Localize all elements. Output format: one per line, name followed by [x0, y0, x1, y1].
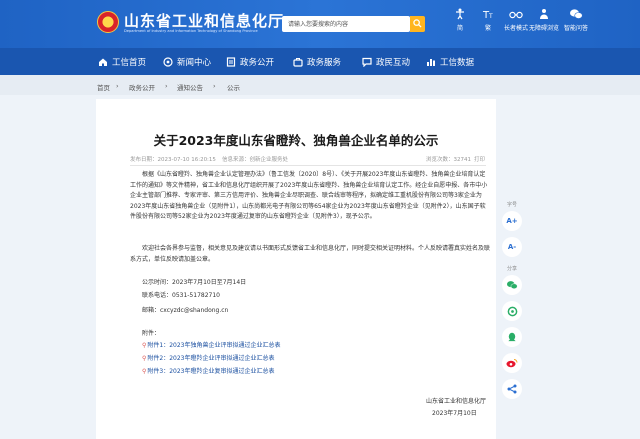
breadcrumb: 首页 › 政务公开 › 通知公告 › 公示 — [0, 75, 640, 95]
breadcrumb-publicity[interactable]: 公示 — [227, 82, 240, 92]
font-increase-icon: A+ — [506, 217, 518, 225]
tool-label: 智能问答 — [563, 25, 588, 32]
breadcrumb-separator: › — [165, 82, 168, 90]
qq-icon — [508, 332, 516, 341]
divider — [130, 165, 486, 166]
search-input[interactable]: 请输入您要搜索的内容 — [282, 16, 410, 32]
moments-icon — [507, 306, 517, 316]
nav-item-label: 政务公开 — [240, 57, 275, 68]
breadcrumb-home[interactable]: 首页 — [97, 82, 110, 92]
publicity-period: 公示时间：2023年7月10日至7月14日 — [142, 279, 247, 286]
search-icon — [413, 19, 422, 28]
tool-smart-qa[interactable]: 智能问答 — [556, 8, 596, 32]
publish-date: 发布日期：2023-07-10 16:20:15 — [130, 157, 216, 163]
nav-item-label: 政务服务 — [307, 57, 342, 68]
nav-item-data[interactable]: 工信数据 — [426, 48, 474, 75]
national-emblem-icon — [97, 11, 119, 33]
breadcrumb-gov-open[interactable]: 政务公开 — [129, 82, 155, 92]
weibo-icon — [506, 359, 518, 368]
share-label: 分享 — [506, 266, 517, 272]
font-size-icon: TT — [482, 10, 493, 20]
nav-item-label: 新闻中心 — [177, 57, 212, 68]
nav-item-gov-open[interactable]: 政务公开 — [226, 48, 274, 75]
main-nav: 工信首页 新闻中心 政务公开 政务服务 政民互动 工信数据 — [0, 48, 640, 75]
nav-item-label: 工信首页 — [112, 57, 147, 68]
font-decrease-button[interactable]: A- — [502, 237, 522, 257]
font-increase-button[interactable]: A+ — [502, 211, 522, 231]
view-count: 浏览次数：32741 — [426, 157, 471, 163]
attachment-link[interactable]: ⚲附件3：2023年瞪羚企业复审拟通过企业汇总表 — [142, 366, 275, 375]
wechat-icon — [507, 281, 518, 289]
breadcrumb-separator: › — [116, 82, 119, 90]
share-wechat-button[interactable] — [502, 275, 522, 295]
paperclip-icon: ⚲ — [142, 355, 147, 362]
font-size-label: 字号 — [506, 202, 517, 208]
article-panel: 关于2023年度山东省瞪羚、独角兽企业名单的公示 发布日期：2023-07-10… — [96, 99, 496, 439]
nav-item-interaction[interactable]: 政民互动 — [362, 48, 410, 75]
font-decrease-icon: A- — [507, 243, 517, 251]
paperclip-icon: ⚲ — [142, 368, 147, 375]
share-weibo-button[interactable] — [502, 353, 522, 373]
nav-item-label: 政民互动 — [376, 57, 411, 68]
search-button[interactable] — [410, 16, 425, 32]
share-qq-button[interactable] — [502, 327, 522, 347]
article-paragraph: 欢迎社会各界参与监督，相关意见及建议请以书面形式反馈省工业和信息化厅，同时提交相… — [130, 245, 491, 263]
data-icon — [427, 58, 435, 66]
service-icon — [293, 57, 303, 67]
site-header: 山东省工业和信息化厅 Department of Industry and In… — [0, 0, 640, 48]
svg-text:T: T — [488, 13, 493, 20]
site-title[interactable]: 山东省工业和信息化厅 — [124, 10, 284, 31]
person-icon — [540, 9, 548, 19]
attachment-link[interactable]: ⚲附件1：2023年独角兽企业评审拟通过企业汇总表 — [142, 340, 281, 349]
attachment-link[interactable]: ⚲附件2：2023年瞪羚企业评审拟通过企业汇总表 — [142, 353, 275, 362]
nav-item-home[interactable]: 工信首页 — [98, 48, 146, 75]
site-subtitle: Department of Industry and Information T… — [124, 29, 258, 33]
share-moments-button[interactable] — [502, 301, 522, 321]
contact-phone: 联系电话：0531-51782710 — [142, 292, 220, 299]
home-icon — [99, 58, 107, 66]
news-icon — [163, 56, 173, 67]
search-placeholder: 请输入您要搜索的内容 — [288, 21, 349, 28]
contact-email: 邮箱：cxcyzdc@shandong.cn — [142, 307, 229, 314]
breadcrumb-separator: › — [213, 82, 216, 90]
nav-item-gov-service[interactable]: 政务服务 — [293, 48, 341, 75]
attachments-label: 附件： — [142, 330, 161, 337]
info-source: 信息来源：创新企业服务处 — [222, 157, 289, 163]
document-icon — [226, 56, 236, 67]
article-title: 关于2023年度山东省瞪羚、独角兽企业名单的公示 — [153, 133, 439, 148]
share-more-button[interactable] — [502, 379, 522, 399]
nav-item-news[interactable]: 新闻中心 — [163, 48, 211, 75]
signature-date: 2023年7月10日 — [432, 410, 477, 417]
paperclip-icon: ⚲ — [142, 342, 147, 349]
accessibility-icon — [456, 8, 464, 20]
signature-org: 山东省工业和信息化厅 — [426, 398, 487, 405]
glasses-icon — [509, 11, 523, 19]
breadcrumb-notices[interactable]: 通知公告 — [177, 82, 203, 92]
share-icon — [507, 384, 517, 394]
print-link[interactable]: 打印 — [474, 155, 485, 163]
nav-item-label: 工信数据 — [440, 57, 475, 68]
wechat-icon — [570, 9, 583, 19]
chat-icon — [362, 57, 372, 67]
article-paragraph: 根据《山东省瞪羚、独角兽企业认定管理办法》（鲁工信发〔2020〕8号）、《关于开… — [130, 171, 488, 220]
